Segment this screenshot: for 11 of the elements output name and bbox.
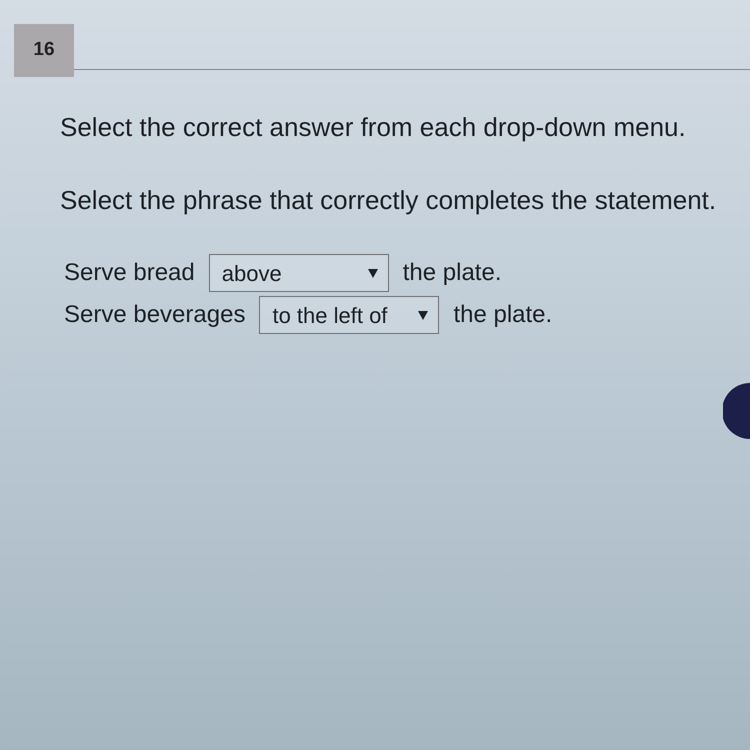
- instruction-text: Select the correct answer from each drop-down menu.: [60, 112, 687, 142]
- statement-text: Serve beverages: [64, 300, 246, 330]
- question-number: 16: [14, 24, 74, 77]
- dropdown[interactable]: above: [208, 254, 389, 292]
- statement-text: the plate.: [402, 258, 502, 288]
- instruction-text: Select the phrase that correctly completes the statement.: [60, 185, 718, 215]
- caret-icon: [418, 310, 428, 320]
- dropdown[interactable]: to the left of: [259, 296, 440, 334]
- caret-icon: [368, 268, 378, 278]
- statement-text: Serve bread: [64, 258, 195, 288]
- statement-text: the plate.: [453, 300, 552, 330]
